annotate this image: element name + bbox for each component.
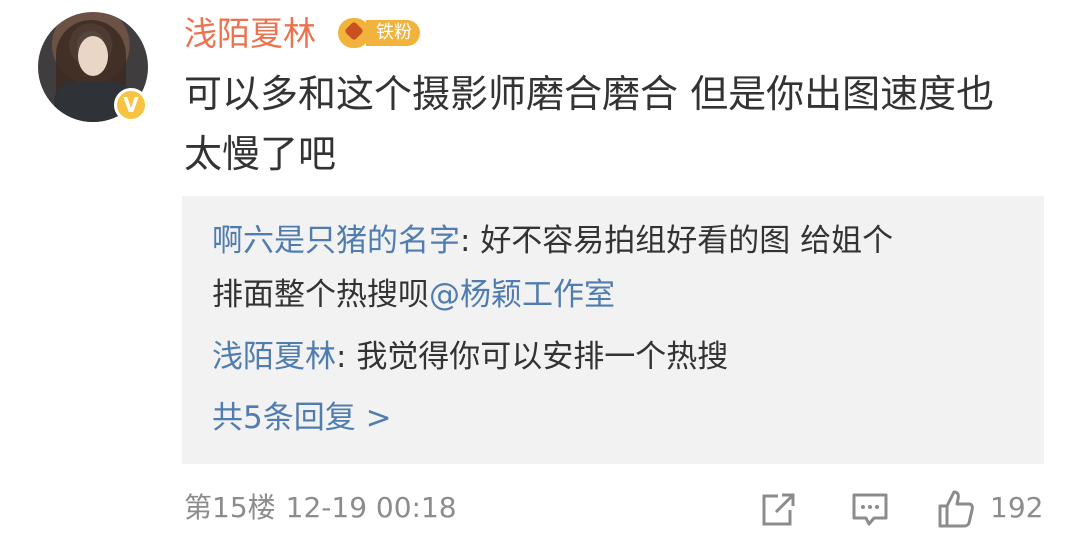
thumbs-up-icon[interactable] — [936, 486, 976, 530]
comment-text-line: 可以多和这个摄影师磨合磨合 但是你出图速度也 — [184, 72, 995, 116]
floor-number: 第15楼 — [184, 491, 276, 524]
reply-line: 排面整个热搜呗@杨颖工作室 — [212, 268, 1012, 322]
fan-badge-label: 铁粉 — [366, 20, 420, 46]
comment-text: 可以多和这个摄影师磨合磨合 但是你出图速度也 太慢了吧 — [184, 64, 1044, 184]
more-replies-link[interactable]: 共5条回复 > — [212, 396, 392, 440]
verified-badge-icon: V — [114, 88, 148, 122]
comment-username[interactable]: 浅陌夏林 — [184, 12, 316, 56]
like-count: 192 — [990, 491, 1044, 524]
reply-separator: : — [460, 223, 481, 259]
reply-author[interactable]: 浅陌夏林 — [212, 339, 336, 375]
reply-separator: : — [336, 339, 357, 375]
reply-item[interactable]: 浅陌夏林: 我觉得你可以安排一个热搜 — [212, 330, 1012, 384]
reply-item[interactable]: 啊六是只猪的名字: 好不容易拍组好看的图 给姐个 排面整个热搜呗@杨颖工作室 — [212, 214, 1012, 322]
comment-text-line: 太慢了吧 — [184, 132, 337, 176]
reply-author[interactable]: 啊六是只猪的名字 — [212, 223, 460, 259]
reply-text: 排面整个热搜呗 — [212, 277, 429, 313]
comment-time: 12-19 00:18 — [285, 491, 457, 524]
reply-text: 我觉得你可以安排一个热搜 — [356, 339, 729, 375]
comment-meta: 第15楼 12-19 00:18 — [184, 488, 457, 528]
comment-actions: 192 — [758, 486, 1058, 530]
avatar-face — [78, 36, 108, 76]
reply-box[interactable]: 啊六是只猪的名字: 好不容易拍组好看的图 给姐个 排面整个热搜呗@杨颖工作室 浅… — [182, 196, 1044, 464]
fan-badge[interactable]: 铁粉 — [338, 16, 420, 50]
reply-line: 啊六是只猪的名字: 好不容易拍组好看的图 给姐个 — [212, 214, 1012, 268]
comment-icon[interactable] — [850, 486, 890, 530]
share-icon[interactable] — [758, 486, 796, 530]
reply-text: 好不容易拍组好看的图 给姐个 — [480, 223, 894, 259]
reply-mention-link[interactable]: @杨颖工作室 — [429, 277, 615, 313]
